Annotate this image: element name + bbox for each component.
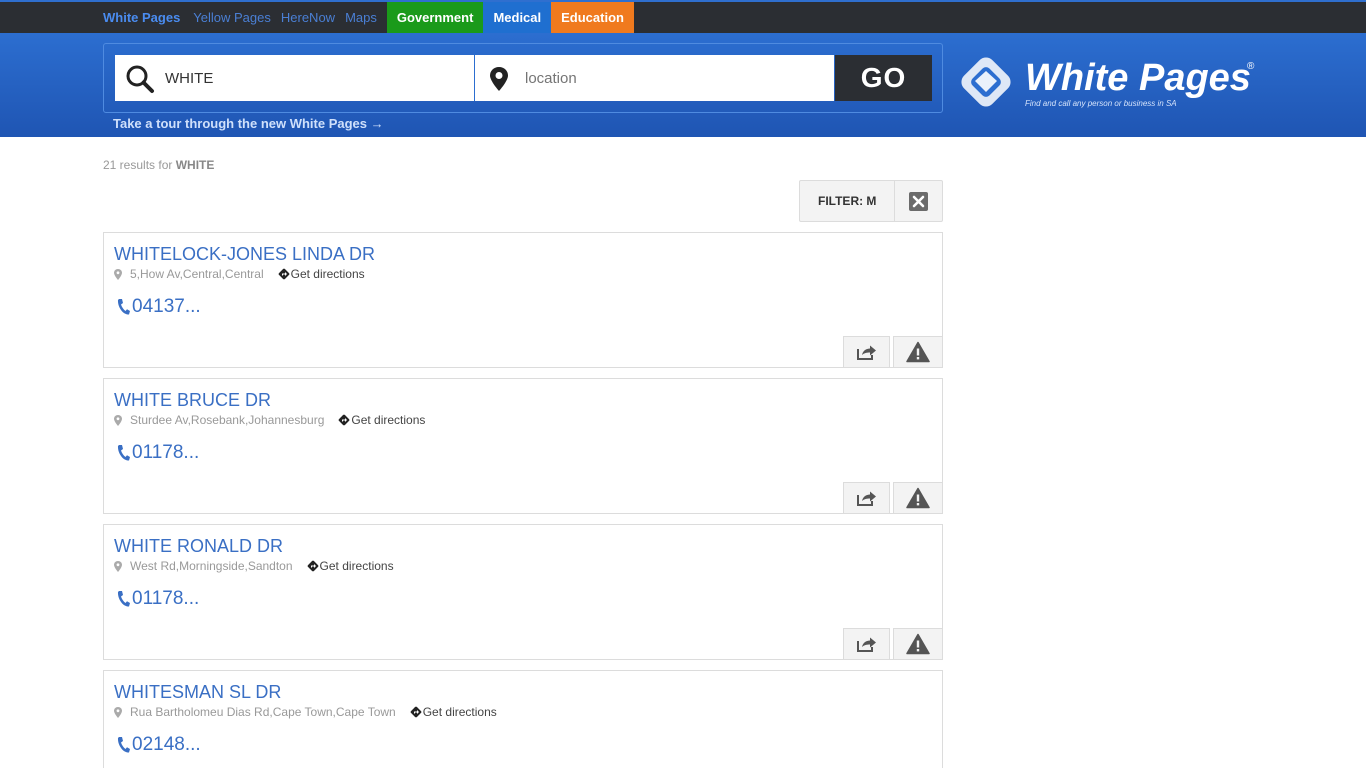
location-input[interactable]: [525, 55, 825, 101]
result-address-row: 5,How Av,Central,Central Get directions: [114, 267, 365, 281]
results-count-text: 21 results for: [103, 158, 173, 172]
result-name[interactable]: WHITE RONALD DR: [114, 536, 283, 557]
result-card: WHITE RONALD DR West Rd,Morningside,Sand…: [103, 524, 943, 660]
result-phone-number: 01178...: [132, 588, 200, 609]
logo-registered: ®: [1247, 61, 1255, 72]
result-card: WHITE BRUCE DR Sturdee Av,Rosebank,Johan…: [103, 378, 943, 514]
get-directions-link[interactable]: Get directions: [338, 413, 425, 427]
nav-maps[interactable]: Maps: [345, 2, 387, 33]
nav-white-pages[interactable]: White Pages: [103, 2, 190, 33]
logo-name: White Pages: [1025, 57, 1251, 99]
result-address-row: West Rd,Morningside,Sandton Get directio…: [114, 559, 394, 573]
map-pin-icon: [114, 268, 122, 280]
tour-link[interactable]: Take a tour through the new White Pages …: [113, 116, 384, 131]
search-icon: [126, 65, 154, 93]
result-address: West Rd,Morningside,Sandton: [130, 559, 293, 573]
clear-filter-button[interactable]: [894, 181, 942, 221]
warning-icon: [906, 487, 930, 509]
result-phone[interactable]: 01178...: [116, 442, 199, 464]
result-name[interactable]: WHITESMAN SL DR: [114, 682, 281, 703]
result-phone[interactable]: 02148...: [116, 734, 201, 756]
nav-government[interactable]: Government: [386, 2, 484, 33]
get-directions-label: Get directions: [422, 705, 497, 719]
results-query: WHITE: [175, 158, 215, 172]
white-pages-logo-icon: [961, 57, 1011, 107]
result-phone-number: 01178...: [132, 442, 200, 463]
header: GO Take a tour through the new White Pag…: [0, 33, 1366, 137]
share-button[interactable]: [843, 628, 890, 660]
warning-icon: [906, 633, 930, 655]
result-address: 5,How Av,Central,Central: [130, 267, 264, 281]
logo[interactable]: White Pages ® Find and call any person o…: [955, 47, 1265, 119]
report-button[interactable]: [893, 482, 943, 514]
report-button[interactable]: [893, 628, 943, 660]
search-box: GO: [103, 43, 943, 113]
share-button[interactable]: [843, 336, 890, 368]
nav-education[interactable]: Education: [551, 2, 634, 33]
phone-icon: [117, 299, 130, 315]
top-navigation: White Pages Yellow Pages HereNow Maps Go…: [0, 0, 1366, 33]
report-button[interactable]: [893, 336, 943, 368]
logo-tagline: Find and call any person or business in …: [1025, 99, 1177, 108]
share-button[interactable]: [843, 482, 890, 514]
directions-icon: [410, 706, 422, 718]
result-address-row: Sturdee Av,Rosebank,Johannesburg Get dir…: [114, 413, 425, 427]
nav-medical[interactable]: Medical: [483, 2, 552, 33]
location-field[interactable]: [474, 55, 834, 101]
nav-yellow-pages[interactable]: Yellow Pages: [193, 2, 281, 33]
filter-box: FILTER: M: [799, 180, 943, 222]
close-icon: [909, 192, 928, 211]
share-icon: [856, 491, 876, 506]
map-pin-icon: [114, 414, 122, 426]
result-phone[interactable]: 04137...: [116, 296, 201, 318]
nav-items: White Pages Yellow Pages HereNow Maps Go…: [103, 2, 634, 33]
results-count: 21 results for WHITE: [103, 158, 214, 172]
get-directions-link[interactable]: Get directions: [278, 267, 365, 281]
get-directions-label: Get directions: [319, 559, 394, 573]
phone-icon: [117, 737, 130, 753]
warning-icon: [906, 341, 930, 363]
result-address: Sturdee Av,Rosebank,Johannesburg: [130, 413, 325, 427]
search-field[interactable]: [115, 55, 474, 101]
phone-icon: [117, 591, 130, 607]
share-icon: [856, 637, 876, 652]
result-address-row: Rua Bartholomeu Dias Rd,Cape Town,Cape T…: [114, 705, 497, 719]
directions-icon: [278, 268, 289, 280]
directions-icon: [339, 414, 350, 426]
nav-herenow[interactable]: HereNow: [281, 2, 345, 33]
share-icon: [856, 345, 876, 360]
phone-icon: [117, 445, 130, 461]
result-name[interactable]: WHITELOCK-JONES LINDA DR: [114, 244, 375, 265]
go-button[interactable]: GO: [835, 55, 932, 101]
get-directions-label: Get directions: [351, 413, 426, 427]
directions-icon: [307, 560, 318, 572]
result-name[interactable]: WHITE BRUCE DR: [114, 390, 271, 411]
result-card: WHITESMAN SL DR Rua Bartholomeu Dias Rd,…: [103, 670, 943, 768]
get-directions-link[interactable]: Get directions: [410, 705, 497, 719]
filter-label: FILTER: M: [818, 194, 877, 208]
map-pin-icon: [114, 706, 122, 718]
result-phone-number: 04137...: [132, 296, 201, 317]
result-address: Rua Bartholomeu Dias Rd,Cape Town,Cape T…: [130, 705, 396, 719]
result-phone-number: 02148...: [132, 734, 201, 755]
get-directions-link[interactable]: Get directions: [307, 559, 394, 573]
search-input[interactable]: [165, 55, 465, 101]
map-pin-icon: [114, 560, 122, 572]
result-phone[interactable]: 01178...: [116, 588, 199, 610]
get-directions-label: Get directions: [290, 267, 365, 281]
result-card: WHITELOCK-JONES LINDA DR 5,How Av,Centra…: [103, 232, 943, 368]
map-pin-icon: [490, 67, 508, 91]
